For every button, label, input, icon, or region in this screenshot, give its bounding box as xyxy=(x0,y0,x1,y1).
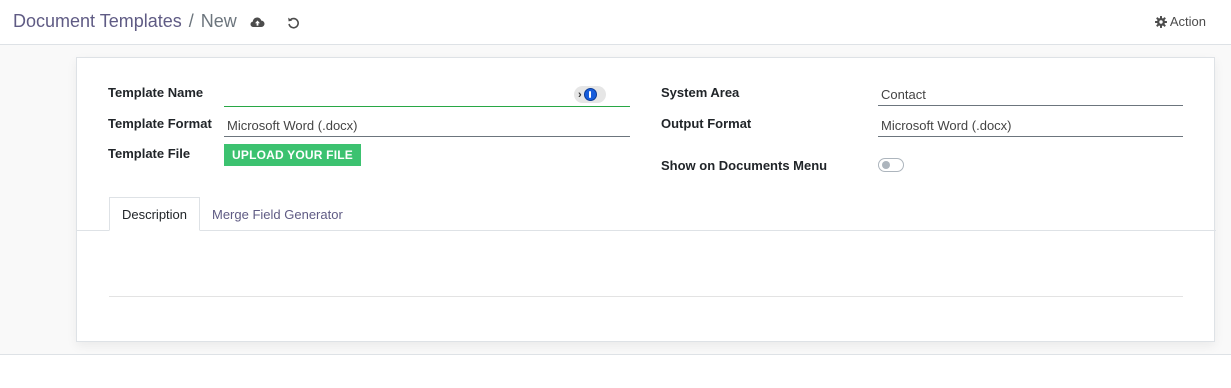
cloud-upload-icon xyxy=(250,17,264,27)
gear-icon xyxy=(1154,15,1167,28)
template-name-label: Template Name xyxy=(108,85,204,100)
system-area-label: System Area xyxy=(661,85,740,100)
system-area-select[interactable]: Contact xyxy=(878,85,1183,106)
discard-button[interactable] xyxy=(284,13,302,31)
description-editor[interactable] xyxy=(109,296,1183,297)
action-label: Action xyxy=(1169,14,1206,29)
tab-merge-field-generator[interactable]: Merge Field Generator xyxy=(200,197,355,231)
notebook-tabs: Description Merge Field Generator xyxy=(77,197,1216,231)
info-icon xyxy=(583,88,597,101)
password-manager-badge[interactable]: › xyxy=(574,86,606,103)
template-format-select[interactable]: Microsoft Word (.docx) xyxy=(224,116,630,137)
output-format-select[interactable]: Microsoft Word (.docx) xyxy=(878,116,1183,137)
breadcrumb-current: New xyxy=(200,11,237,31)
breadcrumb-parent-link[interactable]: Document Templates xyxy=(13,11,182,32)
show-on-documents-menu-label: Show on Documents Menu xyxy=(661,158,828,173)
form-sheet: Template Name › Template Format Microsof… xyxy=(76,57,1216,342)
output-format-label: Output Format xyxy=(661,116,752,131)
control-panel: Document Templates / New Action xyxy=(0,0,1231,45)
breadcrumb-separator: / xyxy=(188,11,194,31)
tab-description[interactable]: Description xyxy=(109,197,200,231)
save-button[interactable] xyxy=(248,13,266,31)
show-on-documents-menu-toggle[interactable] xyxy=(878,158,904,172)
undo-icon xyxy=(287,17,299,28)
upload-file-button[interactable]: UPLOAD YOUR FILE xyxy=(224,144,361,166)
breadcrumb: Document Templates / New xyxy=(13,11,237,32)
toggle-knob xyxy=(882,161,890,169)
form-view: Template Name › Template Format Microsof… xyxy=(0,45,1231,355)
template-file-label: Template File xyxy=(108,146,191,161)
template-format-label: Template Format xyxy=(108,116,212,131)
action-menu-button[interactable]: Action xyxy=(1154,14,1206,29)
chevron-right-icon: › xyxy=(578,88,582,101)
template-name-input[interactable] xyxy=(224,86,630,107)
